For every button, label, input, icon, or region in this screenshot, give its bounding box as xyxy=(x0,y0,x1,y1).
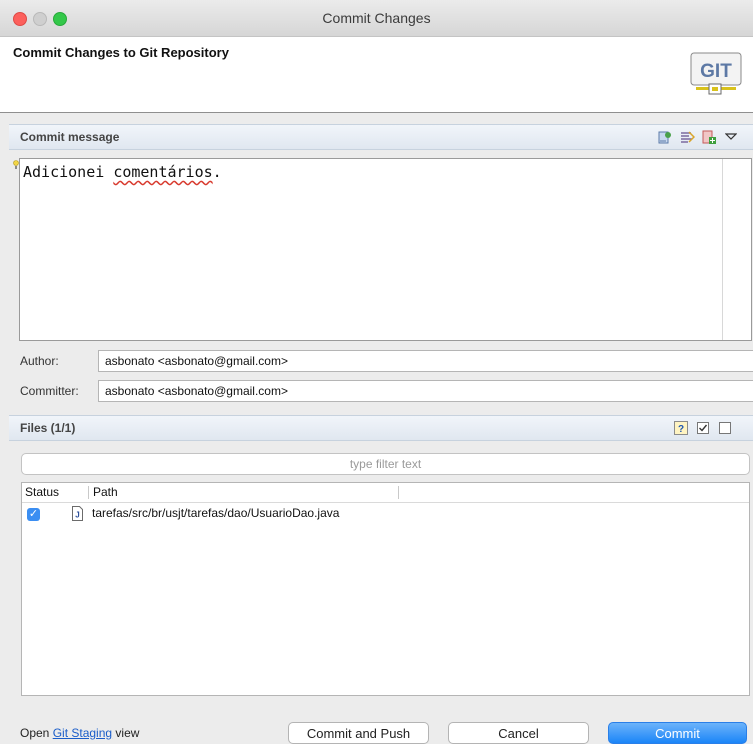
format-message-icon[interactable] xyxy=(679,129,695,145)
files-section-header: Files (1/1) ? xyxy=(9,415,753,441)
row-path: tarefas/src/br/usjt/tarefas/dao/UsuarioD… xyxy=(92,506,340,520)
java-file-icon: J xyxy=(72,506,83,521)
path-column-header[interactable]: Path xyxy=(93,485,118,499)
git-logo-icon: GIT xyxy=(690,52,742,95)
dialog-header: Commit Changes to Git Repository GIT xyxy=(0,37,753,113)
commit-message-scrollbar[interactable] xyxy=(722,159,751,340)
svg-text:GIT: GIT xyxy=(700,61,732,82)
view-menu-icon[interactable] xyxy=(725,129,737,145)
window-title: Commit Changes xyxy=(322,10,431,26)
commit-button[interactable]: Commit xyxy=(608,722,747,744)
add-change-id-icon[interactable] xyxy=(701,129,717,145)
commit-message-text[interactable]: Adicionei comentários. xyxy=(23,163,222,181)
svg-text:?: ? xyxy=(678,424,684,435)
cancel-button[interactable]: Cancel xyxy=(448,722,589,744)
svg-text:J: J xyxy=(75,511,79,520)
table-header-divider xyxy=(22,502,749,503)
committer-field[interactable]: asbonato <asbonato@gmail.com> xyxy=(98,380,753,402)
files-section-title: Files (1/1) xyxy=(20,421,76,435)
git-staging-link[interactable]: Git Staging xyxy=(53,726,112,740)
select-all-icon[interactable] xyxy=(695,420,711,436)
deselect-all-icon[interactable] xyxy=(717,420,733,436)
add-signed-off-icon[interactable] xyxy=(657,129,673,145)
column-separator[interactable] xyxy=(88,486,89,499)
author-label: Author: xyxy=(20,354,59,368)
author-field[interactable]: asbonato <asbonato@gmail.com> xyxy=(98,350,753,372)
files-table: Status Path ✓ J tarefas/src/br/usjt/tare… xyxy=(21,482,750,696)
title-bar: Commit Changes xyxy=(0,0,753,37)
column-separator[interactable] xyxy=(398,486,399,499)
dialog-title: Commit Changes to Git Repository xyxy=(13,45,229,60)
commit-and-push-button[interactable]: Commit and Push xyxy=(288,722,429,744)
open-staging-text: Open Git Staging view xyxy=(20,726,140,740)
commit-message-section-header: Commit message xyxy=(9,124,753,150)
files-filter-input[interactable]: type filter text xyxy=(21,453,750,475)
commit-message-section-title: Commit message xyxy=(20,130,120,144)
commit-message-editor[interactable]: Adicionei comentários. xyxy=(19,158,752,341)
committer-label: Committer: xyxy=(20,384,79,398)
show-untracked-icon[interactable]: ? xyxy=(673,420,689,436)
row-checkbox[interactable]: ✓ xyxy=(27,508,40,521)
status-column-header[interactable]: Status xyxy=(25,485,59,499)
